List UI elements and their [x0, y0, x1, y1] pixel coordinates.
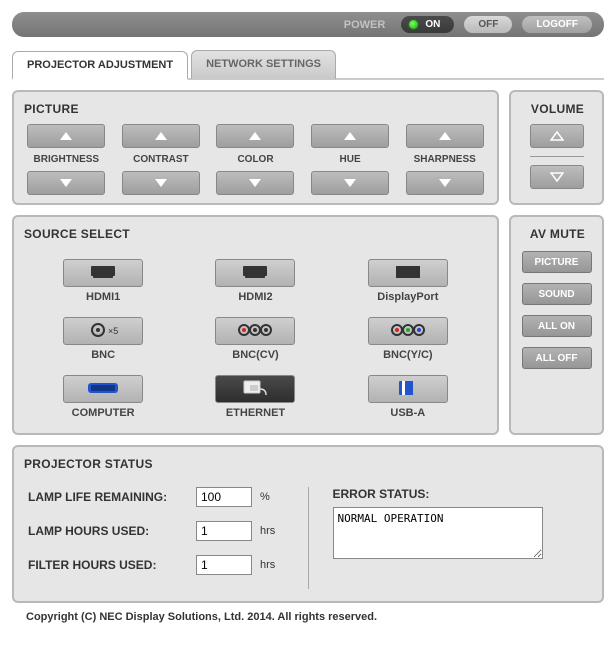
power-label: POWER: [344, 19, 386, 31]
mute-picture-button[interactable]: PICTURE: [522, 251, 592, 273]
mute-sound-button[interactable]: SOUND: [522, 283, 592, 305]
tab-projector-adjustment[interactable]: PROJECTOR ADJUSTMENT: [12, 51, 188, 80]
source-item-bnc-cv-: BNC(CV): [215, 317, 295, 361]
volume-title: VOLUME: [521, 102, 594, 116]
usb-icon: [383, 379, 433, 400]
source-button-bnc-cv-[interactable]: [215, 317, 295, 345]
hue-down-button[interactable]: [311, 171, 389, 195]
source-item-bnc: ×5 BNC: [63, 317, 143, 361]
source-button-displayport[interactable]: [368, 259, 448, 287]
tab-network-settings[interactable]: NETWORK SETTINGS: [191, 50, 336, 79]
power-led-icon: [409, 20, 418, 29]
lamp-hours-unit: hrs: [260, 525, 275, 537]
source-label: BNC(CV): [215, 349, 295, 361]
brightness-down-button[interactable]: [27, 171, 105, 195]
lamp-life-input[interactable]: [196, 487, 252, 507]
filter-hours-unit: hrs: [260, 559, 275, 571]
av-mute-title: AV MUTE: [521, 227, 594, 241]
source-item-hdmi1: HDMI1: [63, 259, 143, 303]
dp-icon: [383, 263, 433, 284]
power-on-button[interactable]: ON: [401, 16, 454, 33]
source-item-ethernet: ETHERNET: [215, 375, 295, 419]
picture-title: PICTURE: [24, 102, 489, 116]
contrast-down-button[interactable]: [122, 171, 200, 195]
source-item-displayport: DisplayPort: [368, 259, 448, 303]
tabs: PROJECTOR ADJUSTMENT NETWORK SETTINGS: [12, 49, 604, 80]
sharpness-label: SHARPNESS: [414, 154, 476, 165]
volume-up-button[interactable]: [530, 124, 584, 148]
status-divider: [308, 487, 309, 589]
source-item-computer: COMPUTER: [63, 375, 143, 419]
volume-down-button[interactable]: [530, 165, 584, 189]
contrast-label: CONTRAST: [133, 154, 189, 165]
lamp-life-unit: %: [260, 491, 270, 503]
lamp-hours-label: LAMP HOURS USED:: [28, 524, 188, 538]
lamp-hours-input[interactable]: [196, 521, 252, 541]
source-label: HDMI2: [215, 291, 295, 303]
mute-all-off-button[interactable]: ALL OFF: [522, 347, 592, 369]
power-off-button[interactable]: OFF: [464, 16, 512, 33]
source-button-bnc[interactable]: ×5: [63, 317, 143, 345]
av-mute-panel: AV MUTE PICTURE SOUND ALL ON ALL OFF: [509, 215, 604, 435]
lamp-life-label: LAMP LIFE REMAINING:: [28, 490, 188, 504]
source-button-ethernet[interactable]: [215, 375, 295, 403]
filter-hours-label: FILTER HOURS USED:: [28, 558, 188, 572]
volume-panel: VOLUME: [509, 90, 604, 205]
bnc3c-icon: [383, 321, 433, 342]
color-up-button[interactable]: [216, 124, 294, 148]
logoff-button[interactable]: LOGOFF: [522, 16, 592, 33]
brightness-up-button[interactable]: [27, 124, 105, 148]
mute-all-on-button[interactable]: ALL ON: [522, 315, 592, 337]
color-down-button[interactable]: [216, 171, 294, 195]
color-label: COLOR: [237, 154, 273, 165]
source-select-title: SOURCE SELECT: [24, 227, 489, 241]
source-label: COMPUTER: [63, 407, 143, 419]
source-button-bnc-y-c-[interactable]: [368, 317, 448, 345]
projector-status-panel: PROJECTOR STATUS LAMP LIFE REMAINING: % …: [12, 445, 604, 603]
brightness-label: BRIGHTNESS: [34, 154, 100, 165]
source-button-hdmi2[interactable]: [215, 259, 295, 287]
top-bar: POWER ON OFF LOGOFF: [12, 12, 604, 37]
hdmi-icon: [230, 263, 280, 284]
sharpness-down-button[interactable]: [406, 171, 484, 195]
source-button-usb-a[interactable]: [368, 375, 448, 403]
sharpness-up-button[interactable]: [406, 124, 484, 148]
on-label: ON: [425, 19, 440, 30]
source-label: BNC: [63, 349, 143, 361]
source-button-hdmi1[interactable]: [63, 259, 143, 287]
source-item-hdmi2: HDMI2: [215, 259, 295, 303]
hue-label: HUE: [340, 154, 361, 165]
picture-panel: PICTURE BRIGHTNESS CONTRAST COLOR HUE SH…: [12, 90, 499, 205]
logoff-label: LOGOFF: [536, 19, 578, 30]
eth-icon: [230, 379, 280, 400]
filter-hours-input[interactable]: [196, 555, 252, 575]
error-status-box[interactable]: [333, 507, 543, 559]
svg-text:×5: ×5: [108, 326, 118, 336]
vga-icon: [78, 379, 128, 400]
source-label: HDMI1: [63, 291, 143, 303]
source-select-panel: SOURCE SELECT HDMI1 HDMI2 DisplayPort ×5 BNC…: [12, 215, 499, 435]
bnc5-icon: ×5: [78, 321, 128, 342]
projector-status-title: PROJECTOR STATUS: [24, 457, 594, 471]
source-item-usb-a: USB-A: [368, 375, 448, 419]
source-button-computer[interactable]: [63, 375, 143, 403]
hdmi-icon: [78, 263, 128, 284]
volume-separator: [530, 156, 584, 157]
hue-up-button[interactable]: [311, 124, 389, 148]
contrast-up-button[interactable]: [122, 124, 200, 148]
source-label: USB-A: [368, 407, 448, 419]
source-label: ETHERNET: [215, 407, 295, 419]
error-status-label: ERROR STATUS:: [333, 487, 589, 501]
off-label: OFF: [478, 19, 498, 30]
copyright: Copyright (C) NEC Display Solutions, Ltd…: [26, 611, 604, 623]
source-label: BNC(Y/C): [368, 349, 448, 361]
source-item-bnc-y-c-: BNC(Y/C): [368, 317, 448, 361]
bnc3r-icon: [230, 321, 280, 342]
source-label: DisplayPort: [368, 291, 448, 303]
